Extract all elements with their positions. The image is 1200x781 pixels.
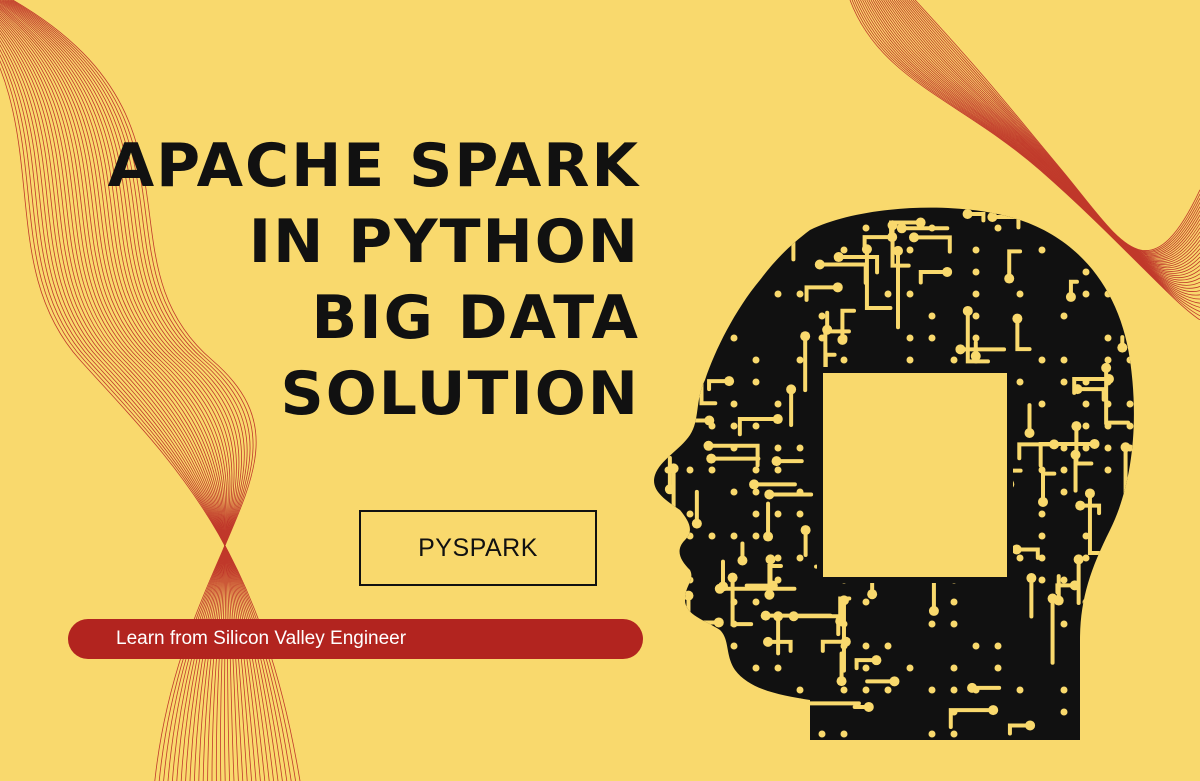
pyspark-button[interactable]: PYSPARK bbox=[359, 510, 597, 586]
course-banner: APACHE SPARK IN PYTHON BIG DATA SOLUTION… bbox=[0, 0, 1200, 781]
title-line-2: IN PYTHON bbox=[248, 207, 640, 277]
title-line-3: BIG DATA bbox=[311, 283, 640, 353]
circuit-head-icon bbox=[640, 200, 1140, 740]
title-line-1: APACHE SPARK bbox=[107, 131, 640, 201]
tagline-badge: Learn from Silicon Valley Engineer bbox=[68, 619, 643, 659]
page-title: APACHE SPARK IN PYTHON BIG DATA SOLUTION bbox=[40, 128, 640, 432]
title-line-4: SOLUTION bbox=[280, 359, 640, 429]
circuit-head-graphic bbox=[654, 207, 1134, 740]
